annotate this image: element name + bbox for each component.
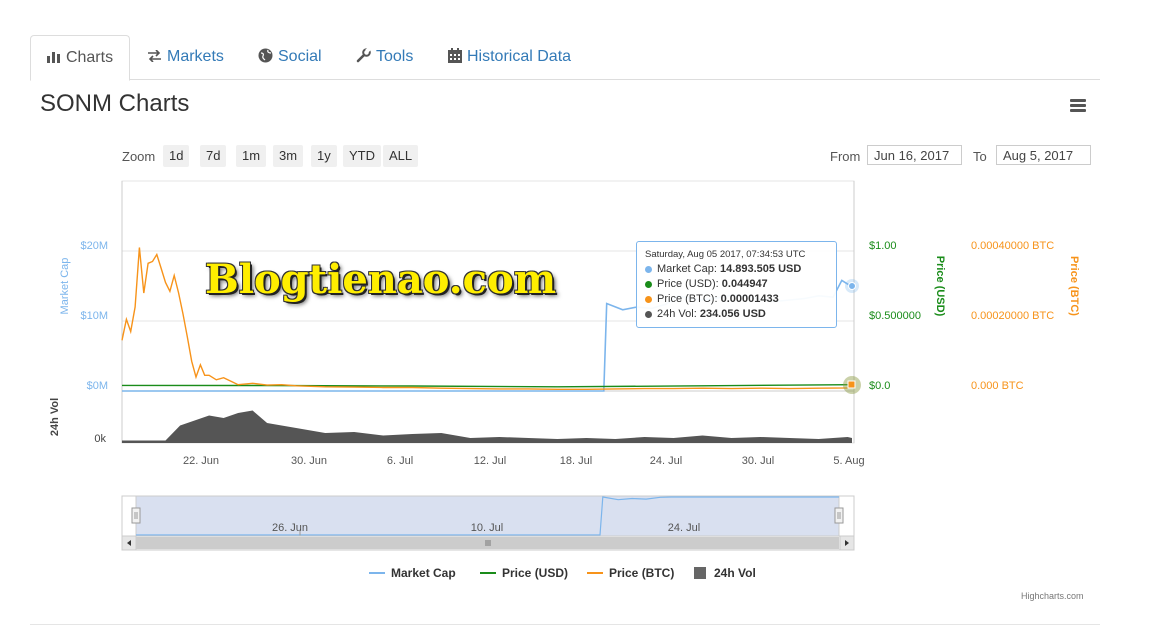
legend-item-price-btc[interactable]: Price (BTC) [587,566,674,580]
price-usd-axis-title: Price (USD) [934,256,946,317]
volume-axis-title: 24h Vol [49,398,61,436]
legend-item-market-cap[interactable]: Market Cap [369,566,456,580]
watermark-text: Blogtienao.com [205,256,557,303]
price-usd-line-series [121,384,853,388]
legend-dot-icon [645,310,652,318]
legend-label: Market Cap [391,566,456,580]
legend-label: Price (BTC) [609,566,675,580]
price-btc-hover-marker [847,380,856,389]
tooltip-label: Price (BTC) [657,293,715,305]
navigator-right-handle[interactable] [834,507,844,524]
x-tick-label: 6. Jul [387,455,413,467]
tooltip-row: Market Cap: 14.893.505 USD [645,263,828,275]
legend-line-icon [480,572,496,574]
highcharts-credit-link[interactable]: Highcharts.com [1021,591,1084,601]
legend-item-price-usd[interactable]: Price (USD) [480,566,568,580]
navigator-tick-label: 24. Jul [668,522,700,534]
legend-dot-icon [645,265,652,273]
tooltip-label: Market Cap [657,263,714,275]
tooltip-date: Saturday, Aug 05 2017, 07:34:53 UTC [645,249,806,260]
legend-line-icon [369,572,385,574]
y-tick-label: $0.500000 [869,310,921,322]
y-tick-label: $10M [80,310,108,322]
x-tick-label: 5. Aug [833,455,864,467]
x-tick-label: 12. Jul [474,455,506,467]
y-tick-label: 0k [94,433,106,445]
y-tick-label: $0M [87,380,108,392]
volume-area-series [122,410,852,443]
tooltip-row: Price (BTC): 0.00001433 [645,293,828,305]
legend-item-24h-vol[interactable]: 24h Vol [694,566,756,580]
y-tick-label: $0.0 [869,380,890,392]
tooltip-row: Price (USD): 0.044947 [645,278,828,290]
navigator-left-handle[interactable] [131,507,141,524]
y-tick-label: 0.00020000 BTC [971,310,1054,322]
price-chart[interactable]: Market Cap 24h Vol Price (USD) Price (BT… [0,0,1153,630]
price-btc-axis-title: Price (BTC) [1068,256,1080,316]
tooltip-value: 0.00001433 [720,293,779,305]
x-tick-label: 30. Jun [291,455,327,467]
market-cap-axis-title: Market Cap [59,258,71,315]
tooltip-label: 24h Vol [657,308,694,320]
legend-dot-icon [645,295,652,303]
legend-label: Price (USD) [502,566,569,580]
tooltip-value: 0.044947 [721,278,768,290]
y-tick-label: 0.000 BTC [971,380,1024,392]
tooltip-label: Price (USD) [657,278,716,290]
legend-label: 24h Vol [714,566,756,580]
y-tick-label: 0.00040000 BTC [971,240,1054,252]
tooltip-value: 14.893.505 USD [719,263,802,275]
y-tick-label: $20M [80,240,108,252]
tooltip-value: 234.056 USD [699,308,766,320]
legend-line-icon [587,572,603,574]
tooltip-row: 24h Vol: 234.056 USD [645,308,828,320]
market-cap-hover-marker [848,282,856,290]
x-tick-label: 18. Jul [560,455,592,467]
x-tick-label: 22. Jun [183,455,219,467]
chart-tooltip: Saturday, Aug 05 2017, 07:34:53 UTC Mark… [636,241,837,328]
divider [30,624,1100,625]
navigator-tick-label: 10. Jul [471,522,503,534]
legend-dot-icon [645,280,652,288]
x-tick-label: 30. Jul [742,455,774,467]
navigator-tick-label: 26. Jun [272,522,308,534]
y-tick-label: $1.00 [869,240,897,252]
x-tick-label: 24. Jul [650,455,682,467]
legend-box-icon [694,567,706,579]
